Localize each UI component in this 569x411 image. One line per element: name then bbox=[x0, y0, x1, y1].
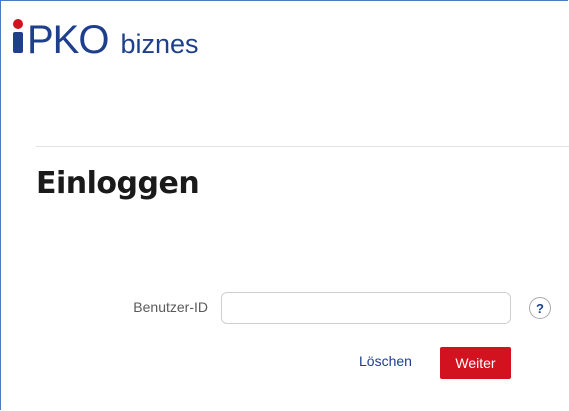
next-button[interactable]: Weiter bbox=[440, 347, 511, 379]
login-window: PKO biznes Einloggen Benutzer-ID ? Lösch… bbox=[0, 0, 569, 410]
user-id-input[interactable] bbox=[221, 292, 511, 324]
header-divider bbox=[36, 146, 569, 147]
logo-pko-text: PKO bbox=[27, 18, 109, 62]
logo-i-mark-icon bbox=[13, 19, 23, 53]
user-id-label: Benutzer-ID bbox=[133, 299, 208, 315]
page-title: Einloggen bbox=[36, 166, 200, 201]
clear-link[interactable]: Löschen bbox=[359, 353, 412, 369]
logo-biznes-text: biznes bbox=[120, 29, 199, 59]
help-icon[interactable]: ? bbox=[529, 297, 551, 319]
pko-biznes-logo: PKO biznes bbox=[13, 19, 199, 61]
